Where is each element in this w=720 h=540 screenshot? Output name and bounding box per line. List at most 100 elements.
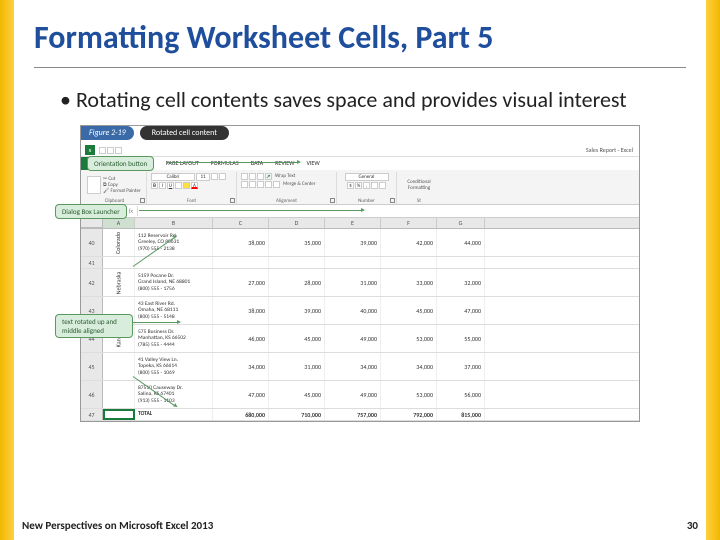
cell-value[interactable]: 32,000	[437, 269, 485, 296]
align-right-icon[interactable]	[257, 181, 264, 188]
cell-value[interactable]: 31,000	[269, 353, 325, 380]
format-painter-button[interactable]: 🖌 Format Painter	[103, 188, 141, 194]
percent-icon[interactable]: %	[355, 182, 362, 189]
cell-value[interactable]: 49,000	[325, 381, 381, 408]
row-header[interactable]: 47	[81, 409, 103, 420]
row-header[interactable]: 42	[81, 269, 103, 296]
cell-value[interactable]: 792,000	[381, 409, 437, 420]
qat-undo-icon[interactable]	[107, 147, 114, 154]
cell-value[interactable]: 31,000	[325, 269, 381, 296]
wrap-text-button[interactable]: Wrap Text	[275, 173, 295, 180]
cell-value[interactable]: 34,000	[213, 353, 269, 380]
cell-value[interactable]: 757,000	[325, 409, 381, 420]
cell-value[interactable]: 46,000	[213, 325, 269, 352]
cell-address[interactable]	[135, 257, 213, 268]
cell-value[interactable]: 53,000	[381, 381, 437, 408]
underline-button[interactable]: U	[167, 182, 174, 189]
col-E[interactable]: E	[325, 218, 381, 228]
cell-value[interactable]: 38,000	[213, 297, 269, 324]
cell-value[interactable]: 45,000	[269, 381, 325, 408]
font-size-select[interactable]: 11	[196, 173, 210, 181]
cell-value[interactable]	[269, 257, 325, 268]
align-bottom-icon[interactable]	[257, 173, 264, 180]
conditional-formatting-button[interactable]: Conditional Formatting	[401, 179, 437, 191]
align-left-icon[interactable]	[241, 181, 248, 188]
cell-value[interactable]: 39,000	[269, 297, 325, 324]
cell-value[interactable]: 55,000	[437, 325, 485, 352]
col-D[interactable]: D	[269, 218, 325, 228]
cell-value[interactable]: 27,000	[213, 269, 269, 296]
cell-value[interactable]: 56,000	[437, 381, 485, 408]
shrink-font-icon[interactable]	[219, 173, 226, 180]
cell-address[interactable]: 41 Valley View Ln.Topeka, KS 66614(800) …	[135, 353, 213, 380]
grow-font-icon[interactable]	[211, 173, 218, 180]
cell-rotated[interactable]	[103, 409, 135, 420]
cell-value[interactable]: 47,000	[437, 297, 485, 324]
font-name-select[interactable]: Calibri	[151, 173, 195, 181]
cell-value[interactable]: 49,000	[325, 325, 381, 352]
cell-value[interactable]: 815,000	[437, 409, 485, 420]
indent-dec-icon[interactable]	[265, 181, 272, 188]
qat-redo-icon[interactable]	[115, 147, 122, 154]
bold-button[interactable]: B	[151, 182, 158, 189]
cell-value[interactable]	[381, 257, 437, 268]
cell-value[interactable]: 35,000	[269, 229, 325, 256]
col-G[interactable]: G	[437, 218, 485, 228]
number-launcher-icon[interactable]	[390, 198, 395, 203]
tab-pagelayout[interactable]: PAGE LAYOUT	[160, 157, 205, 170]
row-header[interactable]: 46	[81, 381, 103, 408]
align-middle-icon[interactable]	[249, 173, 256, 180]
formula-input[interactable]	[137, 206, 637, 216]
cell-value[interactable]: 45,000	[381, 297, 437, 324]
indent-inc-icon[interactable]	[273, 181, 280, 188]
cell-rotated[interactable]: Colorado	[103, 229, 135, 256]
cell-rotated[interactable]	[103, 353, 135, 380]
merge-center-button[interactable]: Merge & Center	[283, 181, 316, 188]
cell-value[interactable]: 39,000	[325, 229, 381, 256]
cell-value[interactable]: 34,000	[381, 353, 437, 380]
number-format-select[interactable]: General	[345, 173, 389, 181]
col-F[interactable]: F	[381, 218, 437, 228]
alignment-launcher-icon[interactable]	[330, 198, 335, 203]
cell-rotated[interactable]: Nebraska	[103, 269, 135, 296]
cell-rotated[interactable]	[103, 257, 135, 268]
cell-value[interactable]	[437, 257, 485, 268]
row-header[interactable]: 45	[81, 353, 103, 380]
row-header[interactable]: 41	[81, 257, 103, 268]
paste-button[interactable]	[87, 176, 101, 194]
tab-data[interactable]: DATA	[245, 157, 270, 170]
cell-value[interactable]: 47,000	[213, 381, 269, 408]
font-launcher-icon[interactable]	[230, 198, 235, 203]
cell-value[interactable]	[213, 257, 269, 268]
cell-value[interactable]: 33,000	[381, 269, 437, 296]
cell-value[interactable]: 44,000	[437, 229, 485, 256]
col-B[interactable]: B	[135, 218, 213, 228]
cell-value[interactable]: 45,000	[269, 325, 325, 352]
tab-review[interactable]: REVIEW	[269, 157, 300, 170]
col-C[interactable]: C	[213, 218, 269, 228]
row-header[interactable]: 40	[81, 229, 103, 256]
cell-rotated[interactable]	[103, 381, 135, 408]
cell-address[interactable]: 43 East River Rd.Omaha, NE 68111(800) 55…	[135, 297, 213, 324]
font-color-button[interactable]: A	[191, 182, 198, 189]
col-A[interactable]: A	[103, 218, 135, 228]
align-top-icon[interactable]	[241, 173, 248, 180]
cell-value[interactable]: 40,000	[325, 297, 381, 324]
cell-address[interactable]: 5159 Pocane Dr.Grand Island, NE 68801(80…	[135, 269, 213, 296]
align-center-icon[interactable]	[249, 181, 256, 188]
italic-button[interactable]: I	[159, 182, 166, 189]
clipboard-launcher-icon[interactable]	[140, 198, 145, 203]
fx-icon[interactable]: fx	[129, 207, 133, 215]
cell-value[interactable]: 710,000	[269, 409, 325, 420]
inc-decimal-icon[interactable]	[371, 182, 378, 189]
fill-color-button[interactable]	[183, 182, 190, 189]
tab-view[interactable]: VIEW	[301, 157, 326, 170]
comma-icon[interactable]: ,	[363, 182, 370, 189]
cell-address[interactable]: 575 Business Dr.Manhattan, KS 66502(785)…	[135, 325, 213, 352]
cell-value[interactable]: 53,000	[381, 325, 437, 352]
border-button[interactable]	[175, 182, 182, 189]
cell-value[interactable]	[325, 257, 381, 268]
cell-value[interactable]: 34,000	[325, 353, 381, 380]
cell-value[interactable]: 38,000	[213, 229, 269, 256]
dec-decimal-icon[interactable]	[379, 182, 386, 189]
